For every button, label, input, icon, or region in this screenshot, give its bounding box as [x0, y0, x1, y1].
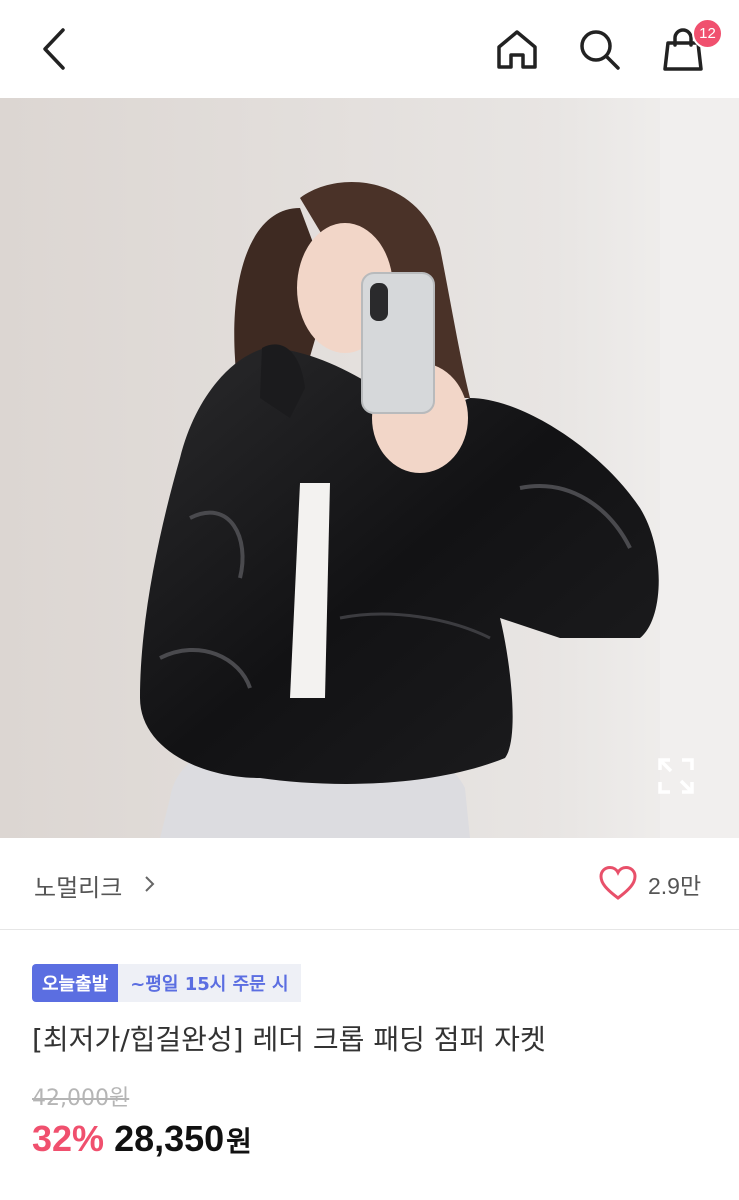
search-button[interactable]	[568, 20, 630, 78]
top-app-bar: 12	[0, 0, 739, 98]
back-button[interactable]	[22, 20, 84, 78]
like-count: 2.9만	[648, 873, 702, 899]
search-icon	[580, 30, 620, 70]
chevron-right-icon	[145, 876, 155, 892]
back-arrow-icon	[43, 28, 65, 70]
product-photo	[0, 98, 739, 838]
product-image-gallery[interactable]	[0, 98, 739, 838]
expand-icon	[658, 758, 694, 794]
expand-image-button[interactable]	[652, 752, 700, 800]
discount-rate: 32%	[32, 1118, 105, 1159]
home-icon	[497, 30, 537, 69]
brand-name-link[interactable]: 노멀리크	[34, 868, 122, 903]
currency-unit: 원	[226, 1125, 252, 1158]
shipping-info: 오늘출발 ~평일 15시 주문 시	[32, 964, 301, 1002]
product-info: 오늘출발 ~평일 15시 주문 시 [최저가/힙걸완성] 레더 크롭 패딩 점퍼…	[0, 930, 739, 1200]
heart-icon	[599, 865, 637, 900]
product-title: [최저가/힙걸완성] 레더 크롭 패딩 점퍼 자켓	[32, 1023, 546, 1056]
shipping-badge: 오늘출발	[32, 964, 119, 1002]
brand-row: 노멀리크 2.9만	[0, 838, 739, 930]
cart-count-badge: 12	[692, 18, 723, 49]
home-button[interactable]	[486, 20, 548, 78]
original-price: 42,000원	[32, 1086, 130, 1111]
sale-price: 28,350	[114, 1118, 225, 1159]
like-button[interactable]: 2.9만	[598, 860, 718, 908]
price-row: 32% 28,350 원	[32, 1118, 252, 1160]
shipping-condition: ~평일 15시 주문 시	[118, 964, 301, 1002]
